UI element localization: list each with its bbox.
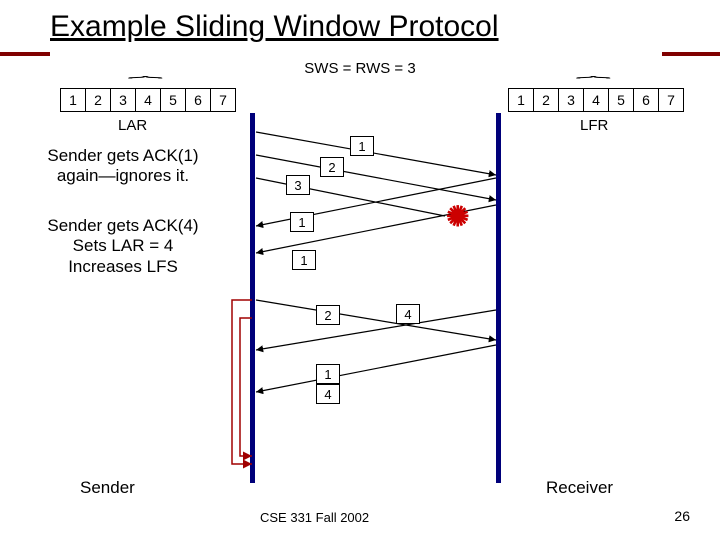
- note-ack1: Sender gets ACK(1) again—ignores it.: [18, 146, 228, 187]
- packet-box: 4: [316, 384, 340, 404]
- seq-cell: 3: [111, 89, 136, 111]
- subtitle: SWS = RWS = 3: [0, 60, 720, 77]
- seq-cell: 3: [559, 89, 584, 111]
- seq-cell: 1: [61, 89, 86, 111]
- seq-cell: 5: [609, 89, 634, 111]
- seq-cell: 6: [186, 89, 211, 111]
- note-line: Sets LAR = 4: [73, 236, 174, 255]
- packet-box: 1: [350, 136, 374, 156]
- slide-title: Example Sliding Window Protocol: [50, 10, 499, 44]
- slide-frame: Example Sliding Window Protocol SWS = RW…: [0, 0, 720, 540]
- note-ack4: Sender gets ACK(4) Sets LAR = 4 Increase…: [18, 216, 228, 277]
- receiver-sequence-strip: 1 2 3 4 5 6 7: [508, 88, 684, 112]
- note-line: Sender gets ACK(1): [47, 146, 198, 165]
- packet-box: 1: [290, 212, 314, 232]
- lfr-label: LFR: [580, 117, 608, 134]
- seq-cell: 4: [136, 89, 161, 111]
- receiver-label: Receiver: [546, 478, 613, 498]
- seq-cell: 5: [161, 89, 186, 111]
- receiver-timeline: [496, 113, 501, 483]
- packet-box: 1: [316, 364, 340, 384]
- loss-icon: ✺: [446, 200, 469, 233]
- packet-box: 4: [396, 304, 420, 324]
- packet-box: 2: [316, 305, 340, 325]
- seq-cell: 7: [211, 89, 235, 111]
- lar-label: LAR: [118, 117, 147, 134]
- page-number: 26: [674, 508, 690, 524]
- accent-bar-left: [0, 52, 50, 56]
- seq-cell: 2: [534, 89, 559, 111]
- footer-text: CSE 331 Fall 2002: [260, 510, 369, 525]
- note-line: again—ignores it.: [57, 166, 189, 185]
- sender-sequence-strip: 1 2 3 4 5 6 7: [60, 88, 236, 112]
- seq-cell: 2: [86, 89, 111, 111]
- packet-box: 3: [286, 175, 310, 195]
- seq-cell: 4: [584, 89, 609, 111]
- seq-cell: 6: [634, 89, 659, 111]
- seq-cell: 1: [509, 89, 534, 111]
- packet-box: 1: [292, 250, 316, 270]
- sender-timeline: [250, 113, 255, 483]
- packet-box: 2: [320, 157, 344, 177]
- note-line: Increases LFS: [68, 257, 178, 276]
- sender-label: Sender: [80, 478, 135, 498]
- seq-cell: 7: [659, 89, 683, 111]
- note-line: Sender gets ACK(4): [47, 216, 198, 235]
- accent-bar-right: [662, 52, 720, 56]
